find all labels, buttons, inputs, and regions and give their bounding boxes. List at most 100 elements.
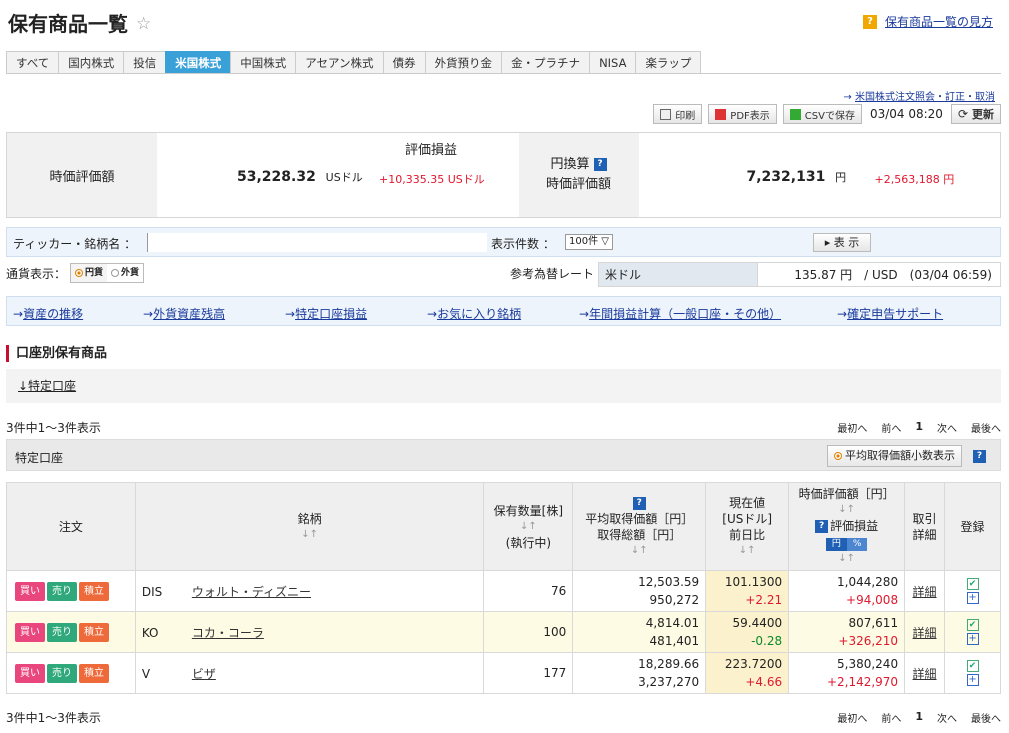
last-page-link[interactable]: 最後へ (971, 710, 1001, 725)
yen-help-icon[interactable]: ? (593, 158, 607, 171)
link-fx-balance-label[interactable]: 外貨資産残高 (153, 307, 225, 321)
tab-fund[interactable]: 投信 (123, 51, 166, 74)
detail-link[interactable]: 詳細 (913, 585, 937, 599)
next-page-link[interactable]: 次へ (937, 420, 957, 435)
fx-radio[interactable]: 外貨 (107, 264, 143, 282)
count-select[interactable]: 100件 ▽ (565, 234, 613, 250)
link-tax-support-label[interactable]: 確定申告サポート (847, 307, 943, 321)
sort-icon[interactable]: ↓↑ (573, 543, 705, 559)
sort-icon[interactable]: ↓↑ (789, 502, 904, 518)
show-button[interactable]: ▸ 表 示 (813, 233, 871, 252)
sort-icon[interactable]: ↓↑ (136, 527, 484, 543)
tab-nisa[interactable]: NISA (589, 51, 636, 74)
link-annual-pl-label[interactable]: 年間損益計算（一般口座・その他） (589, 307, 781, 321)
value-cell: 1,044,280 +94,008 (788, 570, 906, 612)
name-cell: KO コカ・コーラ (134, 611, 485, 653)
first-page-link[interactable]: 最初へ (837, 710, 867, 725)
check-icon[interactable]: ✔ (966, 578, 979, 590)
tsumitate-button[interactable]: 積立 (79, 581, 109, 601)
stock-name-link[interactable]: ウォルト・ディズニー (192, 585, 311, 599)
avg-decimal-button[interactable]: 平均取得価額小数表示 (827, 445, 962, 467)
next-page-link[interactable]: 次へ (937, 710, 957, 725)
order-inquiry-label[interactable]: 米国株式注文照会・訂正・取消 (855, 92, 995, 103)
tab-rakuwrap[interactable]: 楽ラップ (635, 51, 702, 74)
tab-gold[interactable]: 金・プラチナ (501, 51, 590, 74)
link-specific-account-pl-label[interactable]: 特定口座損益 (295, 307, 367, 321)
account-help-icon[interactable]: ? (973, 450, 986, 463)
tab-bond[interactable]: 債券 (382, 51, 425, 74)
plus-icon[interactable]: + (966, 674, 979, 686)
csv-button[interactable]: CSVで保存 (782, 104, 862, 124)
tab-asean-stock[interactable]: アセアン株式 (295, 51, 383, 74)
buy-button[interactable]: 買い (15, 663, 45, 683)
account-nav: ↓特定口座 (6, 369, 1001, 403)
help-link[interactable]: 保有商品一覧の見方 (885, 13, 993, 30)
order-cell: 買い 売り 積立 (6, 570, 136, 612)
link-favorites-label[interactable]: お気に入り銘柄 (437, 307, 521, 321)
sell-button[interactable]: 売り (47, 581, 77, 601)
tsumitate-button[interactable]: 積立 (79, 622, 109, 642)
print-button[interactable]: 印刷 (653, 104, 703, 124)
header-name[interactable]: 銘柄 ↓↑ (134, 482, 485, 571)
pl-unit-toggle[interactable]: 円% (825, 538, 868, 551)
current-page: 1 (915, 710, 923, 723)
header-qty[interactable]: 保有数量[株] ↓↑ (執行中) (483, 482, 574, 571)
plus-icon[interactable]: + (966, 592, 979, 604)
tab-cn-stock[interactable]: 中国株式 (230, 51, 296, 74)
sell-button[interactable]: 売り (47, 622, 77, 642)
last-page-link[interactable]: 最後へ (971, 420, 1001, 435)
qty-cell: 100 (483, 611, 574, 653)
stock-name-link[interactable]: ビザ (192, 667, 216, 681)
link-favorites[interactable]: →お気に入り銘柄 (427, 305, 521, 322)
detail-link[interactable]: 詳細 (913, 667, 937, 681)
specific-account-link[interactable]: ↓特定口座 (18, 377, 76, 394)
pdf-button[interactable]: PDF表示 (708, 104, 777, 124)
check-icon[interactable]: ✔ (966, 660, 979, 672)
link-tax-support[interactable]: →確定申告サポート (837, 305, 943, 322)
buy-button[interactable]: 買い (15, 581, 45, 601)
link-specific-account-pl[interactable]: →特定口座損益 (285, 305, 367, 322)
link-annual-pl[interactable]: →年間損益計算（一般口座・その他） (579, 305, 781, 322)
favorite-star-icon[interactable]: ☆ (136, 14, 151, 34)
tab-all[interactable]: すべて (6, 51, 59, 74)
prev-page-link[interactable]: 前へ (881, 420, 901, 435)
check-icon[interactable]: ✔ (966, 619, 979, 631)
name-cell: DIS ウォルト・ディズニー (134, 570, 485, 612)
header-avg-label: 平均取得価額［円］ (585, 511, 694, 526)
tab-us-stock[interactable]: 米国株式 (165, 51, 231, 74)
tab-jp-stock[interactable]: 国内株式 (58, 51, 124, 74)
ticker-search-input[interactable] (147, 233, 487, 252)
tsumitate-button[interactable]: 積立 (79, 663, 109, 683)
header-avg[interactable]: ? 平均取得価額［円］ 取得総額［円］ ↓↑ (572, 482, 707, 571)
sort-icon[interactable]: ↓↑ (706, 543, 788, 559)
tab-fx-deposit[interactable]: 外貨預り金 (424, 51, 502, 74)
avg-decimal-label: 平均取得価額小数表示 (845, 449, 955, 462)
avg-cell: 18,289.66 3,237,270 (572, 652, 707, 694)
header-price-label: 現在値 (729, 495, 766, 510)
sell-button[interactable]: 売り (47, 663, 77, 683)
sort-icon[interactable]: ↓↑ (484, 519, 572, 535)
avg-help-icon[interactable]: ? (632, 496, 646, 510)
yen-radio[interactable]: 円貨 (71, 264, 108, 282)
sort-icon[interactable]: ↓↑ (789, 551, 904, 567)
refresh-button[interactable]: ⟳ 更新 (950, 104, 1001, 124)
help-link-container[interactable]: ? 保有商品一覧の見方 (862, 13, 993, 30)
plus-icon[interactable]: + (966, 633, 979, 645)
first-page-link[interactable]: 最初へ (837, 420, 867, 435)
prev-page-link[interactable]: 前へ (881, 710, 901, 725)
pl-help-icon[interactable]: ? (815, 520, 829, 533)
link-asset-history-label[interactable]: 資産の推移 (23, 307, 83, 321)
link-fx-balance[interactable]: →外貨資産残高 (143, 305, 225, 322)
link-asset-history[interactable]: →資産の推移 (13, 305, 83, 322)
stock-name-link[interactable]: コカ・コーラ (192, 626, 264, 640)
detail-link[interactable]: 詳細 (913, 626, 937, 640)
jpy-unit: 円 (835, 171, 847, 184)
header-value[interactable]: 時価評価額［円］ ↓↑? 評価損益円% ↓↑ (788, 482, 906, 571)
header-price[interactable]: 現在値 [USドル] 前日比 ↓↑ (705, 482, 790, 571)
pl-unit-yen[interactable]: 円 (825, 538, 847, 551)
order-inquiry-link[interactable]: → 米国株式注文照会・訂正・取消 (843, 88, 995, 103)
price-cell: 101.1300 +2.21 (705, 570, 790, 612)
pl-unit-pct[interactable]: % (846, 538, 868, 551)
buy-button[interactable]: 買い (15, 622, 45, 642)
day-change: -0.28 (751, 634, 783, 648)
